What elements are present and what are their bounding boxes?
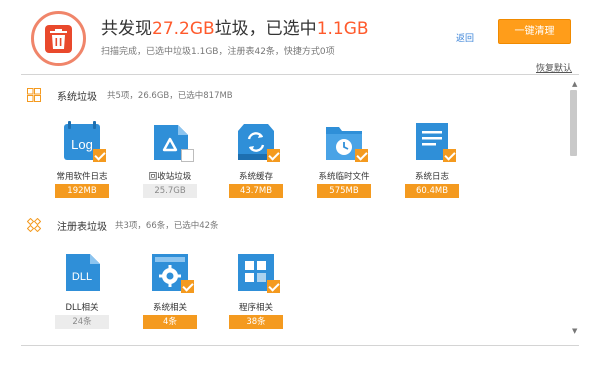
size-badge: 575MB	[317, 184, 371, 198]
registry-icon	[27, 218, 41, 232]
checkbox[interactable]	[181, 149, 194, 162]
svg-text:DLL: DLL	[72, 271, 92, 283]
tile-recycle-bin[interactable]: 回收站垃圾 25.7GB	[130, 121, 210, 203]
tile-label: 系统临时文件	[318, 172, 370, 182]
tile-label: 系统日志	[414, 172, 449, 182]
scrollbar-thumb[interactable]	[570, 90, 577, 156]
tile-system-related[interactable]: 系统相关 4条	[130, 252, 210, 334]
checkbox[interactable]	[181, 280, 194, 293]
size-badge: 192MB	[55, 184, 109, 198]
scroll-down-arrow[interactable]: ▼	[572, 327, 577, 335]
tile-common-software-log[interactable]: Log 常用软件日志 192MB	[42, 121, 122, 203]
one-click-clean-button[interactable]: 一键清理	[498, 19, 571, 44]
tile-dll-related[interactable]: DLL DLL相关 24条	[42, 252, 122, 334]
checkbox[interactable]	[355, 149, 368, 162]
tile-label: 系统缓存	[238, 172, 273, 182]
size-badge: 43.7MB	[229, 184, 283, 198]
section-info: 共5项，26.6GB，已选中817MB	[107, 91, 233, 101]
tile-system-log[interactable]: 系统日志 60.4MB	[392, 121, 472, 203]
page-title: 共发现27.2GB垃圾，已选中1.1GB	[101, 14, 369, 39]
tile-label: 回收站垃圾	[148, 172, 192, 182]
checkbox[interactable]	[93, 149, 106, 162]
title-middle: 垃圾，已选中	[214, 19, 317, 39]
size-badge: 60.4MB	[405, 184, 459, 198]
checkbox[interactable]	[267, 149, 280, 162]
checkbox[interactable]	[443, 149, 456, 162]
section-title: 注册表垃圾	[57, 222, 107, 233]
windows-icon	[27, 88, 41, 102]
scroll-up-arrow[interactable]: ▲	[572, 80, 577, 88]
size-badge: 4条	[143, 315, 197, 329]
restore-default-link[interactable]: 恢复默认	[536, 61, 572, 74]
title-total: 27.2GB	[152, 19, 215, 39]
back-link[interactable]: 返回	[456, 31, 474, 44]
title-prefix: 共发现	[101, 19, 152, 39]
tile-system-cache[interactable]: 系统缓存 43.7MB	[216, 121, 296, 203]
tile-program-related[interactable]: 程序相关 38条	[216, 252, 296, 334]
tile-label: DLL相关	[65, 303, 99, 313]
dll-file-icon: DLL	[66, 254, 100, 291]
svg-text:Log: Log	[71, 137, 93, 152]
size-badge: 38条	[229, 315, 283, 329]
trash-icon	[31, 11, 86, 66]
title-selected: 1.1GB	[316, 19, 369, 39]
size-badge: 25.7GB	[143, 184, 197, 198]
checkbox[interactable]	[267, 280, 280, 293]
tile-label: 系统相关	[152, 303, 187, 313]
section-info: 共3项，66条，已选中42条	[115, 221, 219, 231]
scan-summary: 扫描完成，已选中垃圾1.1GB，注册表42条，快捷方式0项	[101, 47, 335, 57]
size-badge: 24条	[55, 315, 109, 329]
tile-system-temp-files[interactable]: 系统临时文件 575MB	[304, 121, 384, 203]
tile-label: 程序相关	[238, 303, 273, 313]
tile-label: 常用软件日志	[56, 172, 108, 182]
section-title: 系统垃圾	[57, 92, 97, 103]
header: 共发现27.2GB垃圾，已选中1.1GB 扫描完成，已选中垃圾1.1GB，注册表…	[0, 0, 600, 74]
